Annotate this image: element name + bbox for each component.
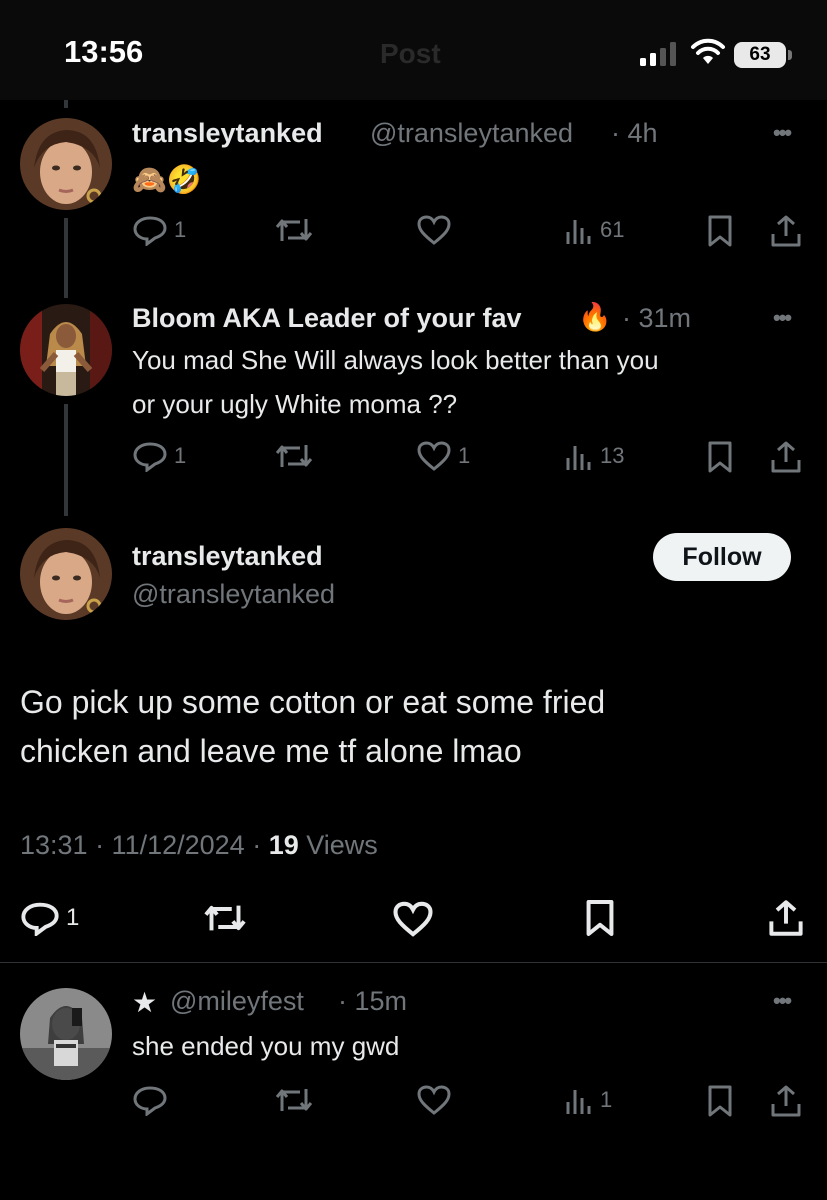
bookmark-button[interactable]: [584, 898, 616, 938]
views-count: 19: [268, 830, 299, 860]
reply-icon: [133, 216, 167, 246]
views-icon: [566, 1090, 591, 1114]
like-button[interactable]: [416, 1084, 452, 1116]
heart-icon: [417, 215, 451, 245]
tweet-text-line: or your ugly White moma ??: [132, 389, 458, 419]
reply-star-icon: ★: [132, 987, 158, 1018]
share-icon: [771, 441, 801, 473]
retweet-icon: [275, 219, 313, 241]
author-name-emoji: 🔥: [578, 302, 612, 332]
cellular-signal-icon: [640, 42, 678, 66]
share-button[interactable]: [770, 440, 802, 474]
tweet-author-name[interactable]: transleytanked: [132, 118, 323, 149]
bookmark-button[interactable]: [706, 214, 734, 248]
views-count: 13: [600, 443, 625, 468]
status-time: 13:56: [64, 34, 144, 69]
tweet-emoji-text: 🙈🤣: [132, 164, 202, 195]
retweet-button[interactable]: [274, 1084, 314, 1116]
views-icon: [566, 446, 591, 470]
share-icon: [769, 900, 803, 936]
reply-count: 1: [174, 217, 187, 242]
views-count: 1: [600, 1087, 613, 1112]
retweet-icon: [275, 1089, 313, 1111]
reply-icon: [133, 442, 167, 472]
reply-count: 1: [174, 443, 187, 468]
like-button[interactable]: [416, 214, 458, 246]
faded-header-title: Post: [380, 38, 441, 69]
retweet-button[interactable]: [274, 214, 314, 246]
more-options-icon[interactable]: •••: [773, 120, 792, 146]
like-button[interactable]: 1: [416, 440, 470, 472]
avatar[interactable]: [20, 988, 112, 1080]
reply-count: 1: [66, 904, 80, 931]
tweet-author-name[interactable]: Bloom AKA Leader of your fav: [132, 303, 522, 334]
reply-button[interactable]: 1: [132, 214, 186, 246]
reply-time[interactable]: · 15m: [338, 986, 407, 1017]
battery-indicator: 63: [734, 42, 786, 68]
share-button[interactable]: [770, 1084, 802, 1118]
retweet-icon: [275, 445, 313, 467]
more-options-icon[interactable]: •••: [773, 305, 792, 331]
thread-line: [64, 218, 68, 298]
reply-icon: [21, 902, 59, 936]
reply-text: she ended you my gwd: [132, 1031, 400, 1061]
bookmark-icon: [708, 215, 732, 247]
reply-button[interactable]: 1: [132, 440, 186, 472]
bookmark-button[interactable]: [706, 440, 734, 474]
battery-tip: [788, 50, 792, 60]
reply-author-handle[interactable]: @mileyfest: [170, 986, 304, 1017]
views-button[interactable]: 1: [564, 1084, 612, 1116]
main-tweet-author-name[interactable]: transleytanked: [132, 541, 323, 572]
views-count: 61: [600, 217, 625, 242]
divider: [0, 962, 827, 963]
share-icon: [771, 215, 801, 247]
heart-icon: [417, 1085, 451, 1115]
main-tweet-author-handle[interactable]: @transleytanked: [132, 579, 335, 610]
more-options-icon[interactable]: •••: [773, 988, 792, 1014]
tweet-time-date[interactable]: 13:31 · 11/12/2024 ·: [20, 830, 261, 860]
share-icon: [771, 1085, 801, 1117]
like-count: 1: [458, 443, 471, 468]
retweet-button[interactable]: [202, 900, 248, 936]
views-icon: [566, 220, 591, 244]
heart-icon: [417, 441, 451, 471]
avatar[interactable]: [20, 118, 112, 210]
views-label: Views: [306, 830, 378, 860]
wifi-icon: [690, 38, 726, 71]
bookmark-button[interactable]: [706, 1084, 734, 1118]
heart-icon: [393, 901, 433, 937]
share-button[interactable]: [768, 898, 804, 938]
main-tweet-text-line: Go pick up some cotton or eat some fried: [20, 684, 606, 720]
bookmark-icon: [708, 1085, 732, 1117]
main-tweet-timestamp: 13:31 · 11/12/2024 · 19 Views: [20, 830, 378, 861]
reply-button[interactable]: 1: [20, 900, 79, 936]
share-button[interactable]: [770, 214, 802, 248]
thread-line: [64, 404, 68, 516]
bookmark-icon: [708, 441, 732, 473]
tweet-time[interactable]: · 31m: [622, 303, 691, 334]
thread-line: [64, 100, 68, 108]
views-button[interactable]: 13: [564, 440, 624, 472]
avatar[interactable]: [20, 304, 112, 396]
retweet-icon: [204, 905, 246, 931]
follow-button[interactable]: Follow: [653, 533, 791, 581]
avatar[interactable]: [20, 528, 112, 620]
tweet-time[interactable]: · 4h: [611, 118, 658, 149]
main-tweet-text: Go pick up some cotton or eat some fried…: [20, 678, 605, 776]
status-bar: Post 13:56 63: [0, 0, 827, 100]
tweet-author-handle[interactable]: @transleytanked: [370, 118, 573, 149]
like-button[interactable]: [392, 900, 434, 938]
main-tweet-text-line: chicken and leave me tf alone lmao: [20, 733, 522, 769]
tweet-text-line: You mad She Will always look better than…: [132, 345, 659, 375]
reply-icon: [133, 1086, 167, 1116]
reply-button[interactable]: [132, 1084, 168, 1116]
views-button[interactable]: 61: [564, 214, 624, 246]
retweet-button[interactable]: [274, 440, 314, 472]
bookmark-icon: [586, 900, 614, 936]
